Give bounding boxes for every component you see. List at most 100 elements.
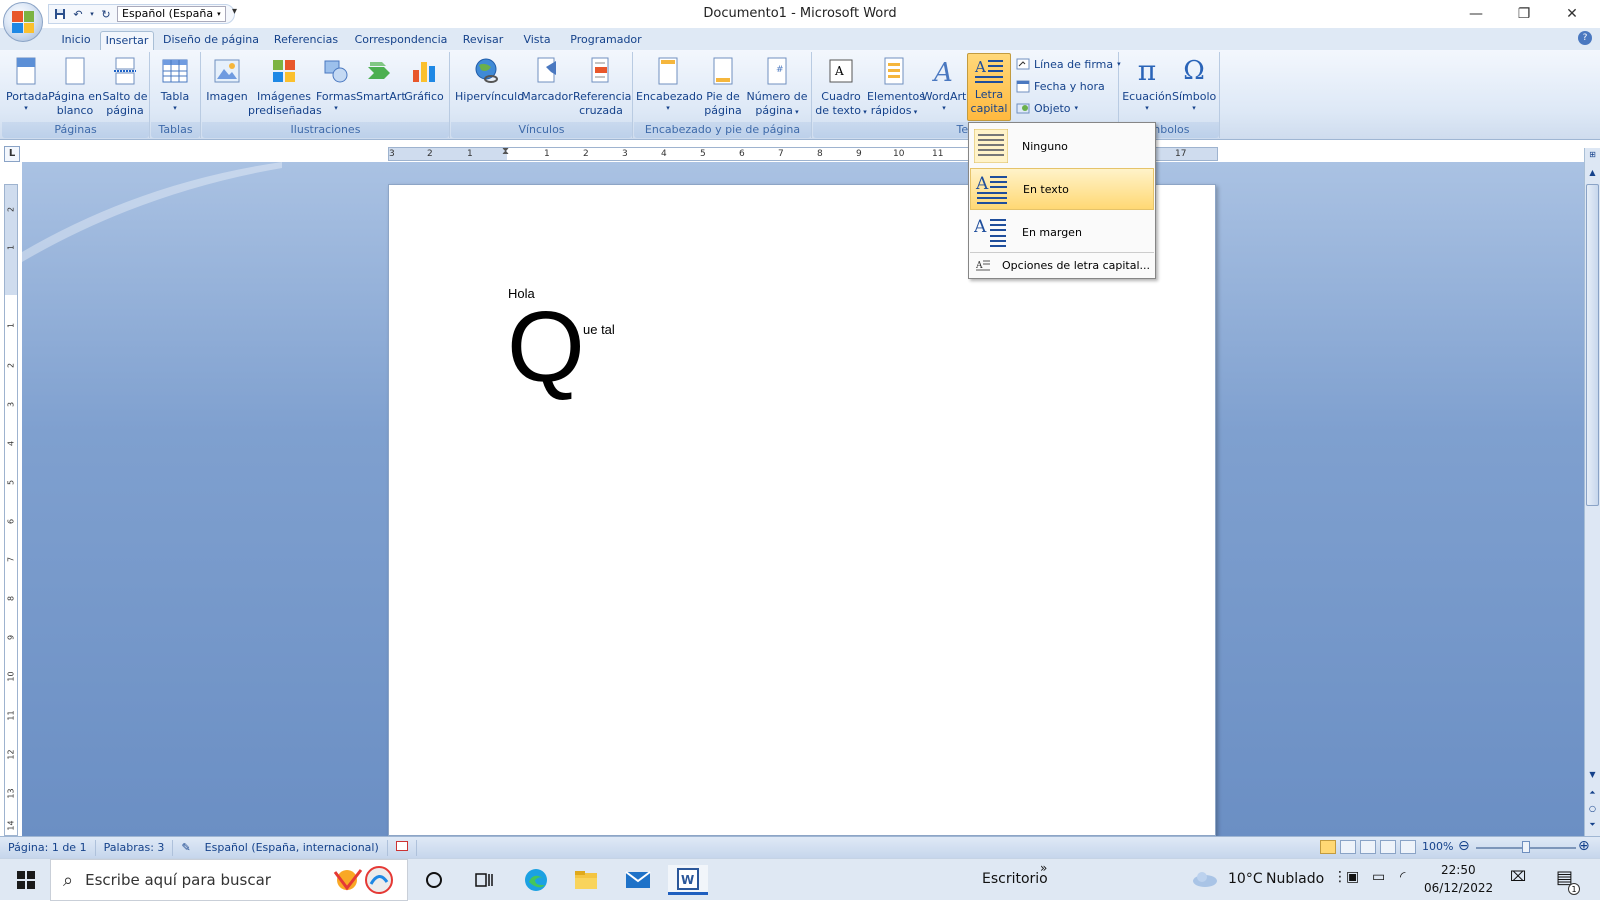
windows-start-icon[interactable] bbox=[6, 865, 46, 895]
restore-button[interactable]: ❐ bbox=[1500, 0, 1548, 28]
elementos-rapidos-button[interactable]: Elementos rápidos ▾ bbox=[867, 56, 925, 119]
marcador-button[interactable]: Marcador bbox=[521, 56, 573, 104]
tab-selector[interactable]: L bbox=[4, 146, 20, 162]
clock-time[interactable]: 22:50 bbox=[1441, 863, 1476, 877]
undo-icon[interactable]: ↶ bbox=[71, 7, 85, 21]
drop-cap-option-label: En margen bbox=[1022, 225, 1082, 239]
draft-view-icon[interactable] bbox=[1400, 840, 1416, 854]
cortana-icon[interactable] bbox=[414, 865, 454, 895]
grafico-button[interactable]: Gráfico bbox=[404, 56, 444, 104]
taskbar-search-box[interactable]: ⌕ Escribe aquí para buscar bbox=[50, 859, 408, 901]
pagina-blanco-button[interactable]: Página en blanco bbox=[48, 56, 102, 118]
ruler-tick: 4 bbox=[6, 440, 16, 447]
drop-cap-option-en-margen[interactable]: A En margen bbox=[970, 211, 1154, 253]
office-button[interactable] bbox=[3, 2, 43, 42]
mail-icon[interactable] bbox=[618, 865, 658, 895]
indent-marker-icon[interactable]: ⧗ bbox=[502, 146, 509, 157]
weather-temperature[interactable]: 10°C bbox=[1228, 871, 1263, 887]
save-icon[interactable] bbox=[53, 7, 67, 21]
ruler-toggle-icon[interactable]: ⊞ bbox=[1585, 148, 1600, 162]
edge-icon[interactable] bbox=[516, 865, 556, 895]
word-taskbar-icon[interactable]: W bbox=[668, 865, 708, 895]
quick-access-toolbar: ↶ ▾ ↻ Español (España ▾ bbox=[48, 4, 235, 24]
tab-programador[interactable]: Programador bbox=[566, 31, 646, 50]
encabezado-button[interactable]: Encabezado ▾ bbox=[636, 56, 703, 112]
letra-capital-button[interactable]: A Letracapital ▾ bbox=[967, 53, 1011, 129]
file-explorer-icon[interactable] bbox=[566, 865, 606, 895]
vertical-scrollbar[interactable]: ⊞ ▲ ▼ ⏶ ○ ⏷ bbox=[1584, 148, 1600, 836]
scroll-up-icon[interactable]: ▲ bbox=[1585, 166, 1600, 180]
macro-record-icon[interactable] bbox=[388, 839, 417, 856]
outline-view-icon[interactable] bbox=[1380, 840, 1396, 854]
fecha-hora-button[interactable]: Fecha y hora bbox=[1016, 77, 1105, 95]
desktop-toolbar[interactable]: Escritorio bbox=[982, 871, 1048, 887]
tray-notification-icon[interactable]: ▣ bbox=[1346, 869, 1359, 885]
formas-button[interactable]: Formas ▾ bbox=[316, 56, 356, 112]
browse-object-icon[interactable]: ○ bbox=[1585, 802, 1600, 816]
task-view-icon[interactable] bbox=[464, 865, 504, 895]
hipervinculo-button[interactable]: Hipervínculo bbox=[455, 56, 524, 104]
web-layout-icon[interactable] bbox=[1360, 840, 1376, 854]
undo-dropdown-icon[interactable]: ▾ bbox=[89, 7, 95, 21]
pagina-blanco-label-2: blanco bbox=[56, 104, 94, 117]
minimize-button[interactable]: — bbox=[1452, 0, 1500, 28]
numero-pagina-button[interactable]: # Número de página ▾ bbox=[746, 56, 808, 119]
table-icon bbox=[160, 56, 190, 86]
language-selector[interactable]: Español (España ▾ bbox=[117, 6, 226, 22]
zoom-slider-thumb[interactable] bbox=[1522, 841, 1530, 853]
zoom-level[interactable]: 100% bbox=[1422, 840, 1453, 853]
status-language: Español (España, internacional) bbox=[204, 840, 379, 854]
linea-firma-button[interactable]: Línea de firma ▾ bbox=[1016, 55, 1121, 73]
drop-cap-option-en-texto[interactable]: A En texto bbox=[970, 168, 1154, 210]
tabla-button[interactable]: Tabla ▾ bbox=[155, 56, 195, 112]
objeto-button[interactable]: Objeto ▾ bbox=[1016, 99, 1078, 117]
proofing-status[interactable]: ✎ Español (España, internacional) bbox=[173, 839, 388, 856]
previous-page-icon[interactable]: ⏶ bbox=[1585, 786, 1600, 800]
print-layout-icon[interactable] bbox=[1320, 840, 1336, 854]
imagen-label: Imagen bbox=[206, 90, 248, 103]
imagen-button[interactable]: Imagen bbox=[204, 56, 250, 104]
toolbar-expand-icon[interactable]: » bbox=[1040, 861, 1047, 875]
scrollbar-thumb[interactable] bbox=[1586, 184, 1599, 506]
zoom-in-icon[interactable]: ⊕ bbox=[1578, 838, 1590, 854]
cuadro-texto-button[interactable]: A Cuadro de texto ▾ bbox=[815, 56, 867, 119]
smartart-button[interactable]: SmartArt bbox=[356, 56, 406, 104]
wifi-icon[interactable]: ◜ bbox=[1400, 869, 1405, 885]
page-count[interactable]: Página: 1 de 1 bbox=[0, 839, 96, 856]
keyboard-layout-icon[interactable]: ⌧ bbox=[1510, 869, 1526, 885]
full-screen-reading-icon[interactable] bbox=[1340, 840, 1356, 854]
wordart-button[interactable]: A WordArt ▾ bbox=[921, 56, 967, 112]
salto-pagina-button[interactable]: Salto de página bbox=[102, 56, 148, 118]
tab-correspondencia[interactable]: Correspondencia bbox=[350, 31, 452, 50]
word-count[interactable]: Palabras: 3 bbox=[96, 839, 174, 856]
tab-diseno-pagina[interactable]: Diseño de página bbox=[160, 31, 262, 50]
drop-cap-options-button[interactable]: A Opciones de letra capital... bbox=[970, 254, 1154, 276]
ruler-tick: 10 bbox=[6, 671, 16, 682]
portada-button[interactable]: Portada ▾ bbox=[6, 56, 48, 112]
redo-icon[interactable]: ↻ bbox=[99, 7, 113, 21]
tab-vista[interactable]: Vista bbox=[518, 31, 556, 50]
help-icon[interactable]: ? bbox=[1578, 31, 1592, 45]
battery-icon[interactable]: ▭ bbox=[1372, 869, 1385, 885]
tab-revisar[interactable]: Revisar bbox=[460, 31, 506, 50]
weather-condition[interactable]: Nublado bbox=[1266, 871, 1324, 887]
document-page[interactable]: Hola Q ue tal bbox=[388, 184, 1216, 836]
customize-qat-icon[interactable]: ▾ bbox=[232, 6, 237, 17]
zoom-out-icon[interactable]: ⊖ bbox=[1458, 838, 1470, 854]
referencia-cruzada-button[interactable]: Referencia cruzada bbox=[573, 56, 631, 118]
tab-inicio[interactable]: Inicio bbox=[56, 31, 96, 50]
simbolo-button[interactable]: Ω Símbolo ▾ bbox=[1172, 56, 1216, 112]
clock-date[interactable]: 06/12/2022 bbox=[1424, 881, 1493, 895]
next-page-icon[interactable]: ⏷ bbox=[1585, 818, 1600, 832]
cloud-icon[interactable] bbox=[1192, 871, 1218, 890]
tab-referencias[interactable]: Referencias bbox=[270, 31, 342, 50]
imagenes-prediseñadas-button[interactable]: Imágenes prediseñadas bbox=[248, 56, 322, 118]
drop-cap-option-ninguno[interactable]: Ninguno bbox=[970, 125, 1154, 167]
drop-cap-letter[interactable]: Q bbox=[507, 297, 585, 397]
tab-insertar[interactable]: Insertar bbox=[100, 31, 154, 50]
ecuacion-button[interactable]: π Ecuación ▾ bbox=[1122, 56, 1172, 113]
scroll-down-icon[interactable]: ▼ bbox=[1585, 768, 1600, 782]
ruler-tick: 6 bbox=[739, 149, 745, 159]
close-button[interactable]: ✕ bbox=[1548, 0, 1596, 28]
vertical-ruler[interactable]: 2 1 1 2 3 4 5 6 7 8 9 10 11 12 13 14 bbox=[4, 184, 18, 836]
